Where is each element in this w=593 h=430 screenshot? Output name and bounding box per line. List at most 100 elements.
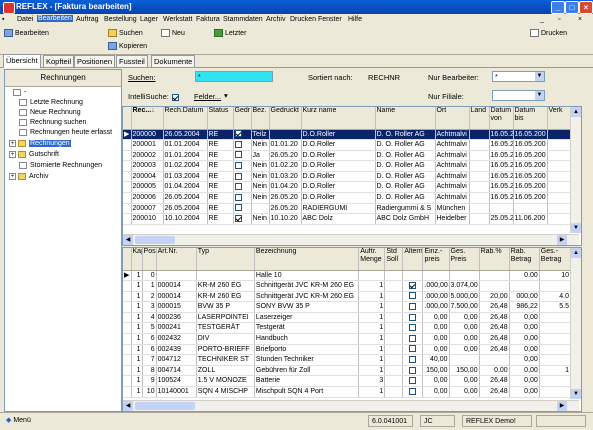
tree-item-neue-rechnung[interactable]: Neue Rechnung bbox=[19, 109, 81, 116]
cell-nr[interactable]: 200005 bbox=[131, 181, 164, 194]
cell-rabb[interactable]: 0,00 bbox=[509, 386, 540, 398]
bearbeiten-button[interactable]: Bearbeiten bbox=[4, 29, 49, 37]
cell-von[interactable]: 16.05.2 bbox=[489, 160, 514, 172]
cell-gedruckt[interactable]: 01.02.20 bbox=[269, 160, 302, 172]
cell-ort[interactable]: Achtmalvi bbox=[435, 139, 470, 151]
cell-bez[interactable]: Nein bbox=[251, 181, 270, 194]
menu-datei[interactable]: Datei bbox=[17, 16, 33, 23]
cell-bez[interactable]: Testgerät bbox=[254, 322, 360, 335]
row-indicator[interactable] bbox=[123, 192, 132, 204]
cell-nr[interactable]: 200001 bbox=[131, 139, 164, 151]
row-indicator[interactable] bbox=[123, 365, 132, 377]
invoice-row[interactable]: 200005 01.04.2004 RE Nein 01.04.20 D.O.Roller… bbox=[123, 181, 572, 194]
col-gedruckt[interactable]: Gedruckt bbox=[269, 107, 302, 130]
cell-rabb[interactable]: 0,00 bbox=[509, 322, 540, 335]
positions-vscrollbar[interactable]: ▲ ▼ bbox=[570, 248, 581, 399]
cell-status[interactable]: RE bbox=[207, 171, 234, 183]
drucken-button[interactable]: Drucken bbox=[530, 29, 567, 37]
cell-bis[interactable]: 16.05.200 bbox=[513, 181, 548, 194]
cell-pos[interactable]: 3 bbox=[142, 301, 157, 313]
cell-ges[interactable]: 150,00 bbox=[449, 365, 480, 377]
cell-datum[interactable]: 01.01.2004 bbox=[163, 139, 208, 151]
cell-kap[interactable]: 1 bbox=[131, 354, 143, 366]
cell-pos[interactable]: 6 bbox=[142, 333, 157, 345]
cell-std[interactable] bbox=[384, 322, 404, 335]
cell-alt[interactable] bbox=[402, 270, 424, 282]
cell-bez[interactable]: Nein bbox=[251, 160, 270, 172]
position-row[interactable]: 1 6 002439 PORTO-BRIEFF Briefporto 1 0,00 0,00 2… bbox=[123, 344, 572, 356]
cell-name[interactable]: ABC Dolz GmbH bbox=[375, 213, 436, 225]
cell-status[interactable]: RE bbox=[207, 203, 234, 215]
cell-art[interactable]: 000015 bbox=[156, 301, 197, 313]
cell-land[interactable] bbox=[469, 160, 490, 172]
cell-bez[interactable]: Mischpult SQN 4 Port bbox=[254, 386, 360, 398]
cell-bez[interactable]: Teilz bbox=[251, 129, 270, 141]
cell-land[interactable] bbox=[469, 203, 490, 215]
cell-rabb[interactable]: 000,00 bbox=[509, 291, 540, 303]
cell-rabb[interactable]: 0.00 bbox=[509, 270, 540, 282]
cell-kap[interactable]: 1 bbox=[131, 375, 143, 388]
invoice-row[interactable]: 200003 01.02.2004 RE Nein 01.02.20 D.O.Roller… bbox=[123, 160, 572, 172]
cell-name[interactable]: D. O. Roller AG bbox=[375, 192, 436, 204]
cell-typ[interactable]: KR-M 260 EG bbox=[196, 280, 255, 292]
cell-rab[interactable]: 26,48 bbox=[479, 375, 510, 388]
cell-rab[interactable]: 26,48 bbox=[479, 386, 510, 398]
cell-ges[interactable]: 0,00 bbox=[449, 322, 480, 335]
cell-land[interactable] bbox=[469, 171, 490, 183]
col-artnr[interactable]: Art.Nr. bbox=[156, 248, 197, 271]
altern-checkbox[interactable] bbox=[409, 281, 417, 289]
gedr-checkbox[interactable] bbox=[234, 151, 242, 159]
cell-nr[interactable]: 200000 bbox=[131, 129, 164, 141]
cell-pos[interactable]: 7 bbox=[142, 354, 157, 366]
cell-menge[interactable]: 1 bbox=[358, 354, 386, 366]
position-row[interactable]: 1 3 000015 BVW 35 P SONY BVW 35 P 1.000,00 7.5… bbox=[123, 301, 572, 313]
row-indicator[interactable] bbox=[123, 322, 132, 335]
cell-std[interactable] bbox=[384, 333, 404, 345]
cell-alt[interactable] bbox=[402, 333, 424, 345]
cell-gedruckt[interactable]: 26.05.20 bbox=[269, 192, 302, 204]
cell-menge[interactable]: 1 bbox=[358, 312, 386, 324]
cell-einz[interactable]: 150,00 bbox=[422, 365, 450, 377]
chevron-down-icon[interactable]: ▼ bbox=[535, 72, 544, 81]
cell-nr[interactable]: 200002 bbox=[131, 150, 164, 162]
cell-ort[interactable]: Achtmalvi bbox=[435, 192, 470, 204]
row-indicator[interactable] bbox=[123, 160, 132, 172]
cell-bez[interactable]: Handbuch bbox=[254, 333, 360, 345]
tree-item-gutschrift[interactable]: + Gutschrift bbox=[9, 151, 59, 158]
tree-item-stornierte[interactable]: Stornierte Rechnungen bbox=[19, 162, 102, 169]
cell-von[interactable] bbox=[489, 203, 514, 215]
scroll-up-icon[interactable]: ▲ bbox=[571, 107, 581, 117]
cell-einz[interactable]: 0,00 bbox=[422, 344, 450, 356]
cell-menge[interactable] bbox=[358, 270, 386, 282]
cell-verk[interactable] bbox=[547, 171, 572, 183]
cell-std[interactable] bbox=[384, 270, 404, 282]
cell-ges[interactable]: 0,00 bbox=[449, 375, 480, 388]
tab-fussteil[interactable]: Fussteil bbox=[116, 55, 148, 67]
cell-bez[interactable]: Nein bbox=[251, 139, 270, 151]
tab-dokumente[interactable]: Dokumente bbox=[151, 55, 196, 67]
chevron-down-icon[interactable]: ▼ bbox=[535, 91, 544, 100]
col-rab-pct[interactable]: Rab.% bbox=[479, 248, 510, 271]
cell-typ[interactable]: ZOLL bbox=[196, 365, 255, 377]
tree-item-dash[interactable]: - bbox=[13, 89, 26, 96]
cell-land[interactable] bbox=[469, 192, 490, 204]
cell-art[interactable]: 10140001 bbox=[156, 386, 197, 398]
cell-rab[interactable]: 26,48 bbox=[479, 312, 510, 324]
invoice-row[interactable]: 200010 10.10.2004 RE Nein 10.10.20 ABC Dolz AB… bbox=[123, 213, 572, 225]
cell-kurz[interactable]: RADIERGUMI bbox=[301, 203, 376, 215]
position-row[interactable]: 1 5 000241 TESTGERÄT Testgerät 1 0,00 0,00 26,48… bbox=[123, 322, 572, 335]
felder-dropdown-icon[interactable]: ▾ bbox=[224, 91, 228, 100]
cell-rabb[interactable] bbox=[509, 280, 540, 292]
mdi-minimize[interactable]: _ bbox=[540, 16, 544, 23]
menu-drucken[interactable]: Drucken bbox=[290, 16, 316, 23]
tree-item-heute-erfasst[interactable]: Rechnungen heute erfasst bbox=[19, 129, 112, 136]
invoice-row[interactable]: 200004 01.03.2004 RE Nein 01.03.20 D.O.Roller… bbox=[123, 171, 572, 183]
tree-item-letzte-rechnung[interactable]: Letzte Rechnung bbox=[19, 99, 83, 106]
kopieren-button[interactable]: Kopieren bbox=[108, 42, 147, 50]
cell-bez[interactable]: Ja bbox=[251, 150, 270, 162]
cell-rab[interactable]: 26,48 bbox=[479, 322, 510, 335]
col-land[interactable]: Land bbox=[469, 107, 490, 130]
cell-alt[interactable] bbox=[402, 365, 424, 377]
cell-rabb[interactable]: 0,00 bbox=[509, 344, 540, 356]
invoice-hscrollbar[interactable]: ◀ ▶ bbox=[123, 234, 579, 245]
